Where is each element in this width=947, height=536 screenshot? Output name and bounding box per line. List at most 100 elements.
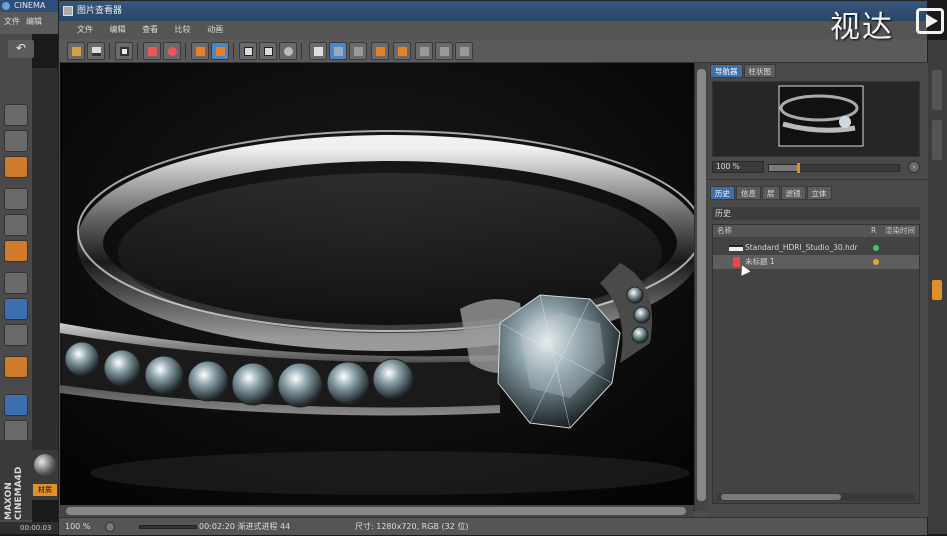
paste-icon[interactable]: [211, 42, 229, 60]
plane-icon[interactable]: [4, 156, 28, 178]
magnet-icon[interactable]: [4, 356, 28, 378]
watermark-logo: 视达: [830, 2, 947, 45]
menu-compare[interactable]: 比较: [175, 25, 191, 34]
canvas-horizontal-scrollbar[interactable]: [60, 505, 694, 517]
menu-animation[interactable]: 动画: [207, 25, 223, 34]
canvas-hscroll-thumb[interactable]: [66, 507, 686, 515]
ab-icon[interactable]: [309, 42, 327, 60]
zoom-step-icon[interactable]: ›: [908, 161, 920, 173]
layout-icon[interactable]: [435, 42, 453, 60]
side-tab[interactable]: [932, 70, 942, 110]
navigator-preview[interactable]: [712, 81, 920, 157]
grid-icon[interactable]: [455, 42, 473, 60]
render-region-icon[interactable]: [143, 42, 161, 60]
tab-layers[interactable]: 层: [762, 186, 780, 200]
a-icon[interactable]: [371, 42, 389, 60]
mouse-icon[interactable]: [4, 298, 28, 320]
b-icon[interactable]: [393, 42, 411, 60]
zoom-field[interactable]: 100 %: [712, 161, 764, 173]
side-tab[interactable]: [932, 120, 942, 160]
render-canvas[interactable]: [60, 63, 694, 505]
column-name[interactable]: 名称: [717, 225, 732, 237]
hdr-file-icon: [729, 245, 743, 251]
status-play-icon[interactable]: [105, 522, 115, 532]
cube-small-icon[interactable]: [4, 188, 28, 210]
undo-icon[interactable]: ↶: [8, 40, 34, 58]
split-icon[interactable]: [329, 42, 347, 60]
canvas-vertical-scrollbar[interactable]: [694, 63, 708, 511]
ring-render-image: [60, 63, 694, 505]
tab-filter[interactable]: 滤镜: [780, 186, 806, 200]
c4d-menu-file[interactable]: 文件: [4, 17, 20, 26]
history-row[interactable]: Standard_HDRI_Studio_30.hdr: [713, 241, 919, 255]
material-slot[interactable]: 材质: [32, 450, 58, 500]
viewer-title: 图片查看器: [77, 6, 123, 16]
c4d-title: CINEMA: [14, 1, 46, 10]
history-item-name: Standard_HDRI_Studio_30.hdr: [745, 243, 858, 252]
history-item-name: 未标题 1: [745, 257, 775, 266]
zoom-slider[interactable]: [768, 163, 900, 173]
open-icon[interactable]: [67, 42, 85, 60]
c4d-logo-icon: [2, 2, 10, 10]
material-ball-icon: [34, 454, 56, 476]
play-icon: [916, 8, 944, 34]
right-panel: 导航器 柱状图 100 % › 历史 信息 层 滤镜 立体 历史 名称 R 渲染…: [708, 63, 929, 517]
picture-viewer-window: 图片查看器 文件 编辑 查看 比较 动画 导航器 柱状图 100 % › 历史 …: [58, 0, 929, 535]
material-label: 材质: [33, 484, 57, 496]
history-tabs: 历史 信息 层 滤镜 立体: [710, 186, 833, 200]
history-scroll-thumb[interactable]: [721, 494, 841, 500]
zoom-value: 100 %: [716, 162, 740, 171]
viewer-status-bar: 100 % 00:02:20 渐进式进程 44 尺寸: 1280x720, RG…: [59, 517, 927, 535]
label-icon[interactable]: [349, 42, 367, 60]
tab-histogram[interactable]: 柱状图: [743, 64, 776, 78]
history-list-header: 名称 R 渲染时间: [713, 225, 919, 237]
viewer-title-bar[interactable]: 图片查看器: [59, 1, 927, 21]
axis-icon[interactable]: [4, 272, 28, 294]
viewer-menu-bar: 文件 编辑 查看 比较 动画: [59, 21, 927, 39]
save-icon[interactable]: [87, 42, 105, 60]
history-section-header: 历史: [712, 207, 920, 220]
c4d-title-bar: CINEMA: [0, 0, 60, 12]
background-right-strip: [928, 40, 947, 534]
column-render-time[interactable]: 渲染时间: [885, 225, 919, 237]
render-icon[interactable]: [115, 42, 133, 60]
zoom-slider-handle[interactable]: [797, 163, 800, 173]
menu-file[interactable]: 文件: [77, 25, 93, 34]
cube-checker-icon[interactable]: [4, 130, 28, 152]
menu-view[interactable]: 查看: [142, 25, 158, 34]
cube-icon[interactable]: [4, 104, 28, 126]
side-tab-active[interactable]: [932, 280, 942, 300]
tab-navigator[interactable]: 导航器: [710, 64, 743, 78]
menu-edit[interactable]: 编辑: [110, 25, 126, 34]
c4d-time-readout: 00:00:03: [0, 522, 58, 534]
status-zoom: 100 %: [65, 522, 91, 531]
workplane-icon[interactable]: [4, 420, 28, 442]
cube-grid-icon[interactable]: [4, 214, 28, 236]
filter-icon[interactable]: [239, 42, 257, 60]
status-dot-icon: [873, 245, 879, 251]
column-r[interactable]: R: [871, 225, 876, 237]
tab-history[interactable]: 历史: [710, 186, 735, 200]
canvas-vscroll-thumb[interactable]: [697, 69, 706, 501]
tab-info[interactable]: 信息: [736, 186, 761, 200]
lock-grid-icon[interactable]: [4, 394, 28, 416]
viewer-toolbar: [59, 39, 927, 63]
c4d-viewport-edge: [32, 68, 58, 468]
c4d-menu-bar: 文件 编辑: [0, 12, 60, 34]
compare-b-icon[interactable]: [279, 42, 297, 60]
copy-icon[interactable]: [191, 42, 209, 60]
c4d-menu-edit[interactable]: 编辑: [26, 17, 42, 26]
box-icon[interactable]: [4, 240, 28, 262]
maxon-logo-text: MAXON CINEMA4D: [4, 466, 24, 520]
watermark-text: 视达: [830, 10, 894, 45]
status-image-size: 尺寸: 1280x720, RGB (32 位): [355, 522, 469, 531]
stereo-icon[interactable]: [415, 42, 433, 60]
status-dot-icon: [873, 259, 879, 265]
history-list-scrollbar[interactable]: [717, 493, 915, 501]
compare-a-icon[interactable]: [259, 42, 277, 60]
history-list: 名称 R 渲染时间 Standard_HDRI_Studio_30.hdr 未标…: [712, 224, 920, 504]
render-queue-icon[interactable]: [163, 42, 181, 60]
window-icon: [63, 6, 73, 16]
tab-stereo[interactable]: 立体: [806, 186, 832, 200]
snap-s-icon[interactable]: [4, 324, 28, 346]
